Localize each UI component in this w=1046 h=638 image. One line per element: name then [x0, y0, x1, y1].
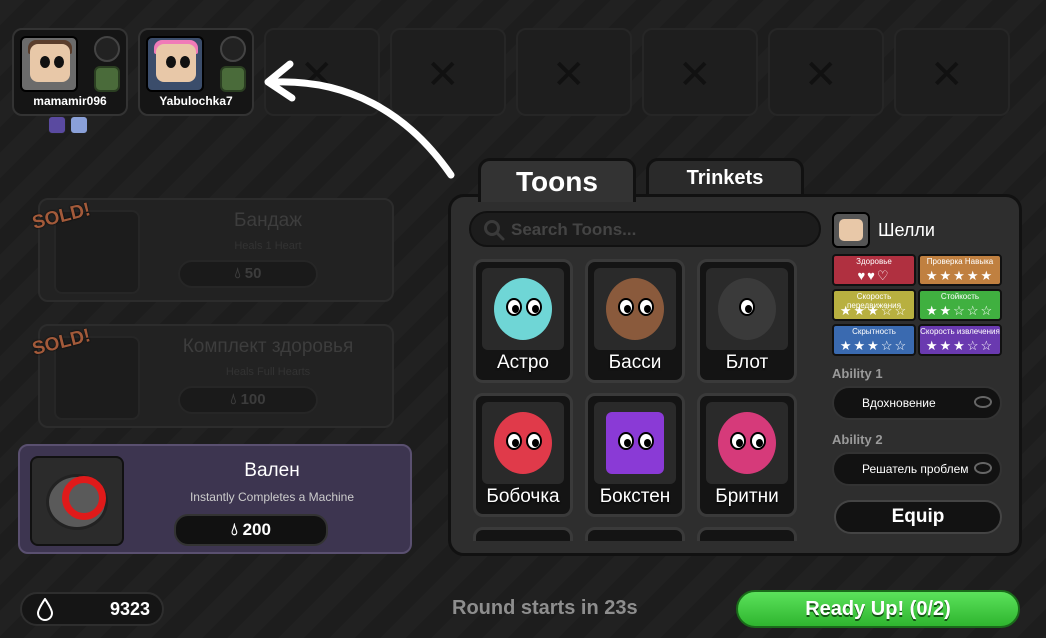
- eye-icon[interactable]: [974, 462, 992, 474]
- toon-portrait: [482, 402, 564, 484]
- x-icon: ✕: [804, 52, 838, 98]
- trinket-icon: [94, 66, 120, 92]
- toon-icon: [94, 36, 120, 62]
- equip-button[interactable]: Equip: [834, 500, 1002, 534]
- toon-card-bobochka[interactable]: Бобочка: [473, 393, 573, 517]
- toon-name: Блот: [725, 352, 769, 373]
- ability-2-box[interactable]: Решатель проблем: [832, 452, 1002, 486]
- toon-portrait: [482, 268, 564, 350]
- search-box[interactable]: [469, 211, 821, 247]
- ability-1-name: Вдохновение: [862, 396, 936, 410]
- toon-card-bassi[interactable]: Басси: [585, 259, 685, 383]
- currency-amount: 9323: [109, 599, 150, 619]
- item-thumbnail: [30, 456, 124, 546]
- toon-portrait: [706, 268, 788, 350]
- ability-2-name: Решатель проблем: [862, 462, 969, 476]
- ability-2-label: Ability 2: [832, 432, 883, 447]
- arrow-icon: [264, 60, 455, 179]
- empty-slot: ✕: [894, 28, 1010, 116]
- toon-name: Астро: [496, 352, 549, 373]
- toon-card[interactable]: [585, 527, 685, 541]
- ability-1-box[interactable]: Вдохновение: [832, 386, 1002, 420]
- toon-grid: Астро Басси Блот Бобочка Бокстен Бритни: [473, 259, 803, 541]
- ability-1-label: Ability 1: [832, 366, 883, 381]
- item-title: Бандаж: [234, 210, 302, 231]
- shop-item-bandage[interactable]: SOLD! Бандаж Heals 1 Heart 💧︎ 50: [30, 198, 394, 302]
- player-name: Yabulochka7: [159, 94, 233, 108]
- player-name: mamamir096: [33, 94, 107, 108]
- stat-skill-check: Проверка Навыка ★★★★★: [918, 254, 1002, 286]
- toon-card-britni[interactable]: Бритни: [697, 393, 797, 517]
- toon-portrait: [594, 268, 676, 350]
- player-avatar: [146, 36, 204, 92]
- toon-portrait: [594, 402, 676, 484]
- player-slots: mamamir096 Yabulochka7 ✕ ✕ ✕ ✕ ✕ ✕: [12, 28, 1010, 116]
- player-slot-2[interactable]: Yabulochka7: [138, 28, 254, 116]
- item-title: Комплект здоровья: [182, 336, 354, 357]
- toon-card-astro[interactable]: Астро: [473, 259, 573, 383]
- search-input[interactable]: [511, 217, 811, 243]
- item-price-button[interactable]: 💧︎ 200: [174, 514, 328, 546]
- player-badges: [48, 116, 88, 134]
- x-icon: ✕: [678, 52, 712, 98]
- badge-icon: [70, 116, 88, 134]
- badge-icon: [48, 116, 66, 134]
- drop-icon: 💧︎: [234, 265, 245, 282]
- selected-toon-name: Шелли: [878, 220, 935, 240]
- empty-slot: ✕: [642, 28, 758, 116]
- ready-up-button[interactable]: Ready Up! (0/2): [736, 590, 1020, 628]
- player-avatar: [20, 36, 78, 92]
- trinket-icon: [220, 66, 246, 92]
- drop-icon: 💧︎: [231, 520, 243, 539]
- toon-name: Бокстен: [599, 486, 671, 507]
- stat-movement-speed: Скорость передвижения ★★★☆☆: [832, 289, 916, 321]
- item-price-button[interactable]: 💧︎ 50: [178, 260, 318, 288]
- item-subtitle: Heals Full Hearts: [225, 366, 311, 378]
- empty-slot: ✕: [768, 28, 884, 116]
- drop-icon: [36, 598, 54, 621]
- stat-stealth: Скрытность ★★★☆☆: [832, 324, 916, 356]
- item-subtitle: Instantly Completes a Machine: [189, 490, 355, 504]
- tab-toons[interactable]: Toons: [478, 158, 636, 202]
- eye-icon[interactable]: [974, 396, 992, 408]
- stat-extraction-speed: Скорость извлечения ★★★☆☆: [918, 324, 1002, 356]
- currency-display: 9323: [20, 592, 164, 626]
- item-price-button[interactable]: 💧︎ 100: [178, 386, 318, 414]
- item-title: Вален: [244, 460, 300, 481]
- toon-name: Бобочка: [486, 486, 560, 507]
- toon-name: Бритни: [715, 486, 779, 507]
- toon-icon: [220, 36, 246, 62]
- toon-portrait: [706, 402, 788, 484]
- player-slot-1[interactable]: mamamir096: [12, 28, 128, 116]
- toon-card-boksten[interactable]: Бокстен: [585, 393, 685, 517]
- shop-item-health-kit[interactable]: SOLD! Комплект здоровья Heals Full Heart…: [30, 324, 394, 428]
- search-icon: [484, 220, 505, 241]
- tab-trinkets[interactable]: Trinkets: [646, 158, 804, 194]
- shop-item-valen[interactable]: Вален Instantly Completes a Machine 💧︎ 2…: [18, 444, 412, 554]
- x-icon: ✕: [930, 52, 964, 98]
- item-subtitle: Heals 1 Heart: [234, 240, 302, 252]
- toon-name: Басси: [608, 352, 662, 373]
- stat-health: Здоровье ♥♥♡: [832, 254, 916, 286]
- drop-icon: 💧︎: [230, 391, 241, 408]
- empty-slot: ✕: [516, 28, 632, 116]
- toon-card-blot[interactable]: Блот: [697, 259, 797, 383]
- toon-card[interactable]: [697, 527, 797, 541]
- round-timer: Round starts in 23s: [452, 597, 638, 619]
- toon-card[interactable]: [473, 527, 573, 541]
- selected-toon-avatar: [832, 212, 870, 248]
- x-icon: ✕: [552, 52, 586, 98]
- stat-stamina: Стойкость ★★☆☆☆: [918, 289, 1002, 321]
